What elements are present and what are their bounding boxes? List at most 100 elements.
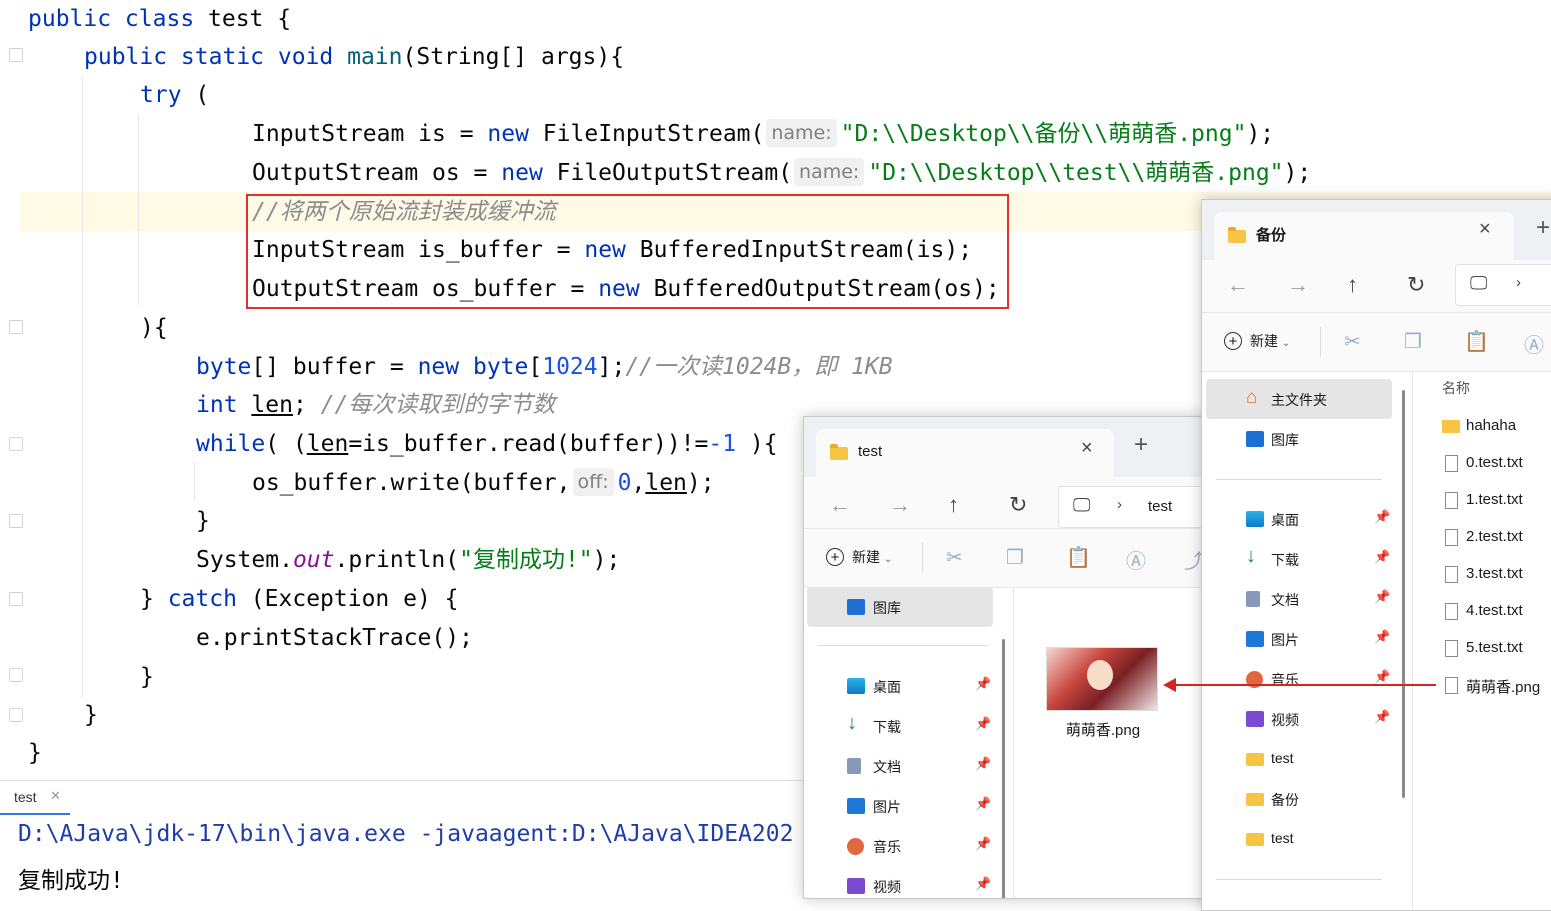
- paste-icon[interactable]: 📋: [1066, 545, 1091, 570]
- forward-icon[interactable]: →: [1287, 272, 1309, 298]
- close-icon[interactable]: ×: [1479, 218, 1491, 241]
- run-tab[interactable]: test ✕: [0, 781, 70, 815]
- file-row[interactable]: 萌萌香.png: [1442, 667, 1551, 704]
- sidebar-item-videos[interactable]: 视频 📌: [807, 866, 993, 898]
- rename-icon[interactable]: Ⓐ: [1126, 545, 1146, 574]
- fold-marker[interactable]: [9, 708, 23, 722]
- address-segment[interactable]: test: [1148, 498, 1172, 515]
- parameter-hint: name:: [794, 158, 865, 186]
- sidebar-scrollbar[interactable]: [1002, 639, 1005, 898]
- pin-icon[interactable]: 📌: [975, 836, 991, 852]
- refresh-icon[interactable]: ↻: [1407, 272, 1425, 298]
- sidebar-item-videos[interactable]: 视频 📌: [1206, 699, 1392, 739]
- sidebar-item-backup[interactable]: 备份: [1206, 779, 1392, 819]
- paste-icon[interactable]: 📋: [1464, 329, 1489, 354]
- pane-divider: [1013, 587, 1014, 898]
- keyword: byte: [196, 354, 252, 380]
- pin-icon[interactable]: 📌: [1374, 549, 1390, 565]
- sidebar-item-test-2[interactable]: test: [1206, 819, 1392, 859]
- sidebar-item-desktop[interactable]: 桌面 📌: [807, 666, 993, 706]
- address-bar[interactable]: 🖵 › test: [1058, 486, 1224, 528]
- fold-marker[interactable]: [9, 48, 23, 62]
- file-row[interactable]: 3.test.txt: [1442, 556, 1551, 593]
- file-name: 2.test.txt: [1466, 528, 1523, 545]
- sidebar-item-gallery[interactable]: 图库: [1206, 419, 1392, 459]
- pin-icon[interactable]: 📌: [975, 716, 991, 732]
- file-row[interactable]: 0.test.txt: [1442, 445, 1551, 482]
- indent-guide: [82, 78, 83, 698]
- sidebar-item-downloads[interactable]: ↓ 下载 📌: [807, 706, 993, 746]
- pin-icon[interactable]: 📌: [975, 756, 991, 772]
- new-tab-icon[interactable]: +: [1536, 214, 1550, 242]
- sidebar-item-pictures[interactable]: 图片 📌: [807, 786, 993, 826]
- cut-icon[interactable]: ✂: [946, 545, 963, 570]
- keyword: catch: [167, 586, 237, 612]
- column-header-name[interactable]: 名称: [1442, 378, 1470, 398]
- number-literal: 1024: [542, 354, 598, 380]
- back-icon[interactable]: ←: [829, 492, 851, 518]
- file-row[interactable]: 2.test.txt: [1442, 519, 1551, 556]
- refresh-icon[interactable]: ↻: [1009, 492, 1027, 518]
- fold-marker[interactable]: [9, 668, 23, 682]
- sidebar-item-downloads[interactable]: ↓ 下载 📌: [1206, 539, 1392, 579]
- file-row[interactable]: 1.test.txt: [1442, 482, 1551, 519]
- explorer-window-test[interactable]: test × + ← → ↑ ↻ 🖵 › test + 新建 ⌄ ✂ ❐ 📋 Ⓐ …: [803, 416, 1225, 899]
- sidebar-scrollbar[interactable]: [1402, 390, 1405, 798]
- forward-icon[interactable]: →: [889, 492, 911, 518]
- file-name: hahaha: [1466, 417, 1517, 434]
- new-button[interactable]: + 新建 ⌄: [826, 547, 892, 567]
- method-name: main: [347, 44, 403, 70]
- keyword: public static void: [84, 44, 334, 70]
- fold-marker[interactable]: [9, 320, 23, 334]
- file-name: 4.test.txt: [1466, 602, 1523, 619]
- pin-icon[interactable]: 📌: [975, 796, 991, 812]
- sidebar-item-documents[interactable]: 文档 📌: [807, 746, 993, 786]
- pin-icon[interactable]: 📌: [1374, 509, 1390, 525]
- pin-icon[interactable]: 📌: [1374, 709, 1390, 725]
- file-row[interactable]: hahaha: [1442, 408, 1551, 445]
- desktop-icon: [847, 678, 865, 694]
- fold-marker[interactable]: [9, 592, 23, 606]
- pin-icon[interactable]: 📌: [1374, 669, 1390, 685]
- tab-test[interactable]: test ×: [816, 429, 1114, 477]
- up-icon[interactable]: ↑: [1347, 272, 1358, 298]
- pin-icon[interactable]: 📌: [1374, 629, 1390, 645]
- tab-backup[interactable]: 备份 ×: [1214, 212, 1514, 260]
- copy-icon[interactable]: ❐: [1404, 329, 1422, 354]
- sidebar-item-pictures[interactable]: 图片 📌: [1206, 619, 1392, 659]
- back-icon[interactable]: ←: [1227, 272, 1249, 298]
- sidebar-item-music[interactable]: 音乐 📌: [1206, 659, 1392, 699]
- close-icon[interactable]: ×: [1081, 437, 1093, 460]
- sidebar-item-music[interactable]: 音乐 📌: [807, 826, 993, 866]
- rename-icon[interactable]: Ⓐ: [1524, 329, 1544, 358]
- sidebar-item-desktop[interactable]: 桌面 📌: [1206, 499, 1392, 539]
- file-row[interactable]: 4.test.txt: [1442, 593, 1551, 630]
- sidebar-item-label: 视频: [1271, 712, 1299, 728]
- code-text: =is_buffer.read(buffer))!=: [348, 431, 709, 457]
- file-row[interactable]: 5.test.txt: [1442, 630, 1551, 667]
- sidebar-item-documents[interactable]: 文档 📌: [1206, 579, 1392, 619]
- copy-icon[interactable]: ❐: [1006, 545, 1024, 570]
- fold-marker[interactable]: [9, 514, 23, 528]
- code-text: ,: [631, 470, 646, 496]
- pin-icon[interactable]: 📌: [975, 676, 991, 692]
- code-line-1: public class test {: [28, 0, 291, 39]
- explorer-window-backup[interactable]: 备份 × + ← → ↑ ↻ 🖵 › + 新建 ⌄ ✂ ❐ 📋 Ⓐ ⌂ 主文件夹 …: [1201, 199, 1551, 911]
- sidebar-item-label: 图库: [1271, 432, 1299, 448]
- new-tab-icon[interactable]: +: [1134, 431, 1148, 459]
- new-button[interactable]: + 新建 ⌄: [1224, 331, 1290, 351]
- sidebar-item-gallery[interactable]: 图库: [807, 587, 993, 627]
- sidebar-item-label: test: [1271, 750, 1294, 766]
- pin-icon[interactable]: 📌: [975, 876, 991, 892]
- cut-icon[interactable]: ✂: [1344, 329, 1361, 354]
- sidebar-item-test[interactable]: test: [1206, 739, 1392, 779]
- file-item-png[interactable]: 萌萌香.png: [1044, 645, 1162, 745]
- fold-marker[interactable]: [9, 437, 23, 451]
- sidebar-item-home[interactable]: ⌂ 主文件夹: [1206, 379, 1392, 419]
- pin-icon[interactable]: 📌: [1374, 589, 1390, 605]
- up-icon[interactable]: ↑: [948, 492, 959, 518]
- address-bar[interactable]: 🖵 ›: [1455, 264, 1551, 306]
- close-icon[interactable]: ✕: [50, 788, 61, 804]
- document-icon: [847, 758, 861, 774]
- code-text: );: [592, 547, 621, 573]
